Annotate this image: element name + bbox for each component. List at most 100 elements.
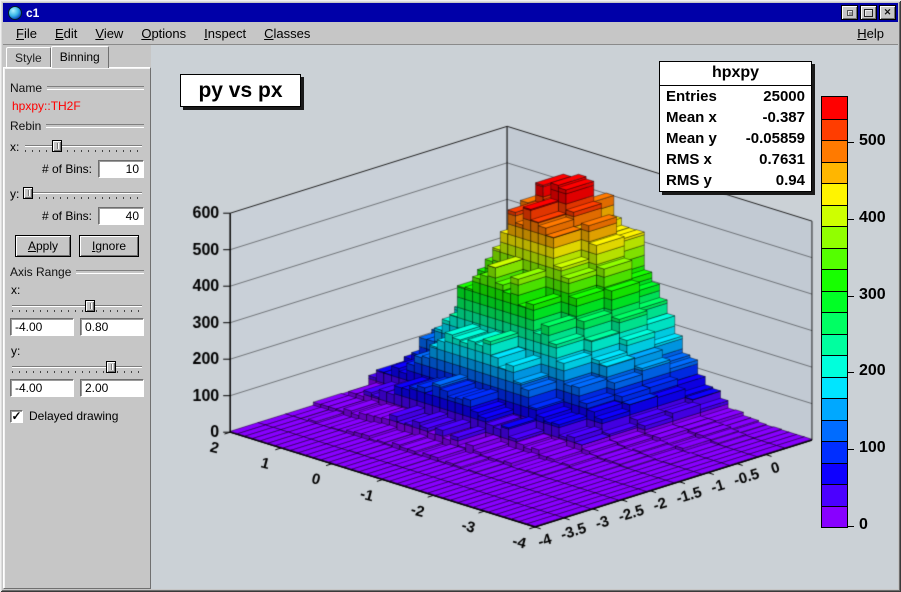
palette-tick	[848, 296, 854, 297]
range-y-slider[interactable]	[10, 360, 144, 375]
palette-band	[822, 484, 847, 506]
editor-panel: StyleBinning Name hpxpy::TH2F Rebin x: #…	[3, 45, 151, 589]
y-min-entry[interactable]: -4.00	[10, 379, 74, 397]
palette-band	[822, 183, 847, 205]
slider-ticks	[12, 310, 142, 312]
palette-tick	[848, 219, 854, 220]
palette-band	[822, 334, 847, 356]
stats-rows: Entries25000Mean x-0.387Mean y-0.05859RM…	[660, 86, 811, 191]
menu-classes[interactable]: Classes	[255, 23, 319, 44]
name-group-label: Name	[10, 81, 144, 95]
palette-tick-label: 0	[859, 516, 868, 534]
rebin-y-slider-thumb[interactable]	[23, 187, 33, 199]
stats-row: Mean y-0.05859	[660, 128, 811, 149]
x-max-entry[interactable]: 0.80	[80, 318, 144, 336]
rebin-y-label: y:	[10, 187, 19, 201]
axis-range-group-label: Axis Range	[10, 265, 144, 279]
palette-tick-label: 200	[859, 362, 886, 380]
range-x-slider[interactable]	[10, 299, 144, 314]
close-button[interactable]: ✕	[879, 5, 896, 20]
palette-bands	[821, 96, 848, 528]
palette-tick	[848, 142, 854, 143]
color-palette-axis[interactable]: 0100200300400500	[821, 96, 901, 528]
palette-band	[822, 226, 847, 248]
range-y-label: y:	[11, 344, 144, 358]
panel-tabs: StyleBinning	[3, 45, 151, 67]
menu-file[interactable]: File	[7, 23, 46, 44]
x-min-entry[interactable]: -4.00	[10, 318, 74, 336]
titlebar[interactable]: c1 ✕	[3, 3, 898, 22]
maximize-button[interactable]	[860, 5, 877, 20]
ignore-button[interactable]: Ignore	[79, 235, 139, 257]
window-title: c1	[26, 6, 39, 20]
rebin-x-slider[interactable]	[23, 139, 144, 154]
slider-ticks	[25, 150, 142, 152]
palette-band	[822, 119, 847, 141]
stats-box[interactable]: hpxpy Entries25000Mean x-0.387Mean y-0.0…	[659, 61, 812, 192]
menu-inspect[interactable]: Inspect	[195, 23, 255, 44]
rebin-x-slider-thumb[interactable]	[52, 140, 62, 152]
palette-tick-label: 100	[859, 439, 886, 457]
range-x-label: x:	[11, 283, 144, 297]
app-icon[interactable]	[8, 6, 22, 20]
palette-band	[822, 97, 847, 119]
palette-tick-label: 500	[859, 132, 886, 150]
delayed-drawing-label: Delayed drawing	[29, 409, 118, 423]
slider-track	[12, 366, 142, 368]
stats-row: Entries25000	[660, 86, 811, 107]
y-bins-entry[interactable]: 40	[98, 207, 144, 225]
palette-band	[822, 162, 847, 184]
maximize-icon	[864, 9, 873, 17]
palette-tick	[848, 526, 854, 527]
palette-tick-label: 300	[859, 286, 886, 304]
apply-button[interactable]: Apply	[15, 235, 71, 257]
menu-edit[interactable]: Edit	[46, 23, 86, 44]
slider-track	[25, 145, 142, 147]
range-x-slider-thumb[interactable]	[85, 300, 95, 312]
menu-view[interactable]: View	[86, 23, 132, 44]
rebin-y-slider[interactable]	[23, 186, 144, 201]
palette-band	[822, 269, 847, 291]
iconify-icon	[847, 10, 853, 16]
menu-items: FileEditViewOptionsInspectClasses	[7, 23, 319, 44]
palette-tick	[848, 372, 854, 373]
palette-band	[822, 312, 847, 334]
stats-row: Mean x-0.387	[660, 107, 811, 128]
plot-title-pave[interactable]: py vs px	[180, 74, 301, 107]
menu-help[interactable]: Help	[847, 23, 894, 44]
palette-band	[822, 463, 847, 485]
x-bins-entry[interactable]: 10	[98, 160, 144, 178]
palette-band	[822, 377, 847, 399]
iconify-button[interactable]	[841, 5, 858, 20]
palette-band	[822, 140, 847, 162]
histogram-name: hpxpy::TH2F	[12, 99, 144, 113]
palette-band	[822, 420, 847, 442]
palette-band	[822, 291, 847, 313]
rebin-group-label: Rebin	[10, 119, 144, 133]
y-max-entry[interactable]: 2.00	[80, 379, 144, 397]
slider-track	[12, 305, 142, 307]
palette-band	[822, 398, 847, 420]
palette-band	[822, 506, 847, 528]
root-canvas-window: c1 ✕ FileEditViewOptionsInspectClasses H…	[0, 0, 901, 592]
menu-options[interactable]: Options	[132, 23, 195, 44]
palette-band	[822, 205, 847, 227]
delayed-drawing-checkbox[interactable]: ✓	[10, 410, 23, 423]
stats-title: hpxpy	[660, 62, 811, 86]
stats-row: RMS x0.7631	[660, 149, 811, 170]
slider-ticks	[25, 197, 142, 199]
palette-tick	[848, 449, 854, 450]
slider-track	[25, 192, 142, 194]
palette-band	[822, 248, 847, 270]
stats-row: RMS y0.94	[660, 170, 811, 191]
menubar: FileEditViewOptionsInspectClasses Help	[3, 22, 898, 45]
range-y-slider-thumb[interactable]	[106, 361, 116, 373]
palette-band	[822, 441, 847, 463]
slider-ticks	[12, 371, 142, 373]
palette-tick-label: 400	[859, 209, 886, 227]
tab-binning[interactable]: Binning	[51, 46, 109, 68]
binning-tab-body: Name hpxpy::TH2F Rebin x: # of Bins: 10 …	[3, 67, 151, 589]
close-icon: ✕	[884, 7, 892, 18]
palette-band	[822, 355, 847, 377]
tab-style[interactable]: Style	[6, 47, 51, 67]
